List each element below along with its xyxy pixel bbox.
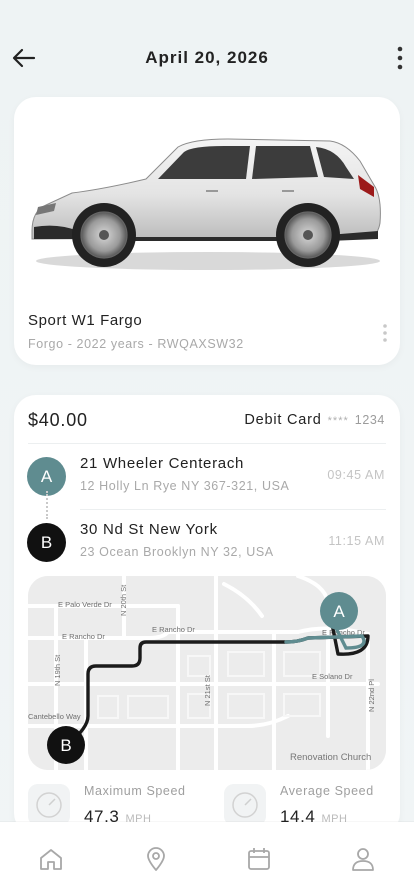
bottom-tab-bar <box>0 822 414 896</box>
divider <box>80 509 386 510</box>
location-pin-icon[interactable] <box>143 846 169 872</box>
stop-pickup[interactable]: A 21 Wheeler Centerach 12 Holly Ln Rye N… <box>14 446 400 506</box>
speedometer-icon <box>224 784 266 826</box>
payment-method: Debit Card <box>244 412 322 428</box>
trip-card: $40.00 Debit Card **** 1234 A 21 Wheeler… <box>14 395 400 835</box>
street-label: N 20th St <box>119 584 128 616</box>
home-icon[interactable] <box>38 846 64 872</box>
street-label: N 21st St <box>203 674 212 706</box>
street-label: E Rancho Dr <box>152 625 195 634</box>
card-mask: **** <box>327 415 349 427</box>
street-label: E Rancho Dr <box>62 632 105 641</box>
stop-name: 30 Nd St New York <box>80 521 218 538</box>
payment-info: Debit Card **** 1234 <box>244 412 385 428</box>
more-vertical-icon[interactable] <box>392 44 408 72</box>
stat-label: Average Speed <box>280 784 374 798</box>
stop-name: 21 Wheeler Centerach <box>80 455 245 472</box>
vehicle-name: Sport W1 Fargo <box>28 312 143 329</box>
page-title: April 20, 2026 <box>145 48 269 67</box>
speedometer-icon <box>28 784 70 826</box>
stat-label: Maximum Speed <box>84 784 186 798</box>
vehicle-details: Forgo - 2022 years - RWQAXSW32 <box>28 337 244 351</box>
street-label: Cantebello Way <box>28 712 81 721</box>
stop-address: 23 Ocean Brooklyn NY 32, USA <box>80 545 274 559</box>
arrow-left-icon[interactable] <box>10 44 38 72</box>
divider <box>28 443 386 444</box>
stop-time: 11:15 AM <box>328 534 385 548</box>
route-map[interactable]: E Palo Verde Dr N 20th St E Rancho Dr E … <box>28 576 386 770</box>
landmark-label: Renovation Church <box>290 752 371 763</box>
card-last4: 1234 <box>354 413 385 427</box>
vehicle-card[interactable]: Sport W1 Fargo Forgo - 2022 years - RWQA… <box>14 97 400 365</box>
stop-address: 12 Holly Ln Rye NY 367-321, USA <box>80 479 290 493</box>
svg-text:A: A <box>333 602 345 621</box>
street-label: N 19th St <box>53 654 62 686</box>
map-marker-b[interactable]: B <box>47 726 85 764</box>
street-label: N 22nd Pl <box>367 679 376 712</box>
svg-text:B: B <box>60 736 71 755</box>
top-bar: April 20, 2026 <box>0 30 414 86</box>
street-label: E Solano Dr <box>312 672 353 681</box>
stop-dropoff[interactable]: B 30 Nd St New York 23 Ocean Brooklyn NY… <box>14 512 400 572</box>
suv-car-image <box>31 138 381 270</box>
map-marker-a[interactable]: A <box>320 592 358 630</box>
trip-price: $40.00 <box>28 410 88 430</box>
more-vertical-icon[interactable] <box>380 323 390 343</box>
street-label: E Palo Verde Dr <box>58 600 112 609</box>
stop-time: 09:45 AM <box>327 468 385 482</box>
route-connector <box>46 491 48 519</box>
marker-b-icon: B <box>27 523 66 562</box>
calendar-icon[interactable] <box>246 846 272 872</box>
profile-icon[interactable] <box>350 846 376 872</box>
